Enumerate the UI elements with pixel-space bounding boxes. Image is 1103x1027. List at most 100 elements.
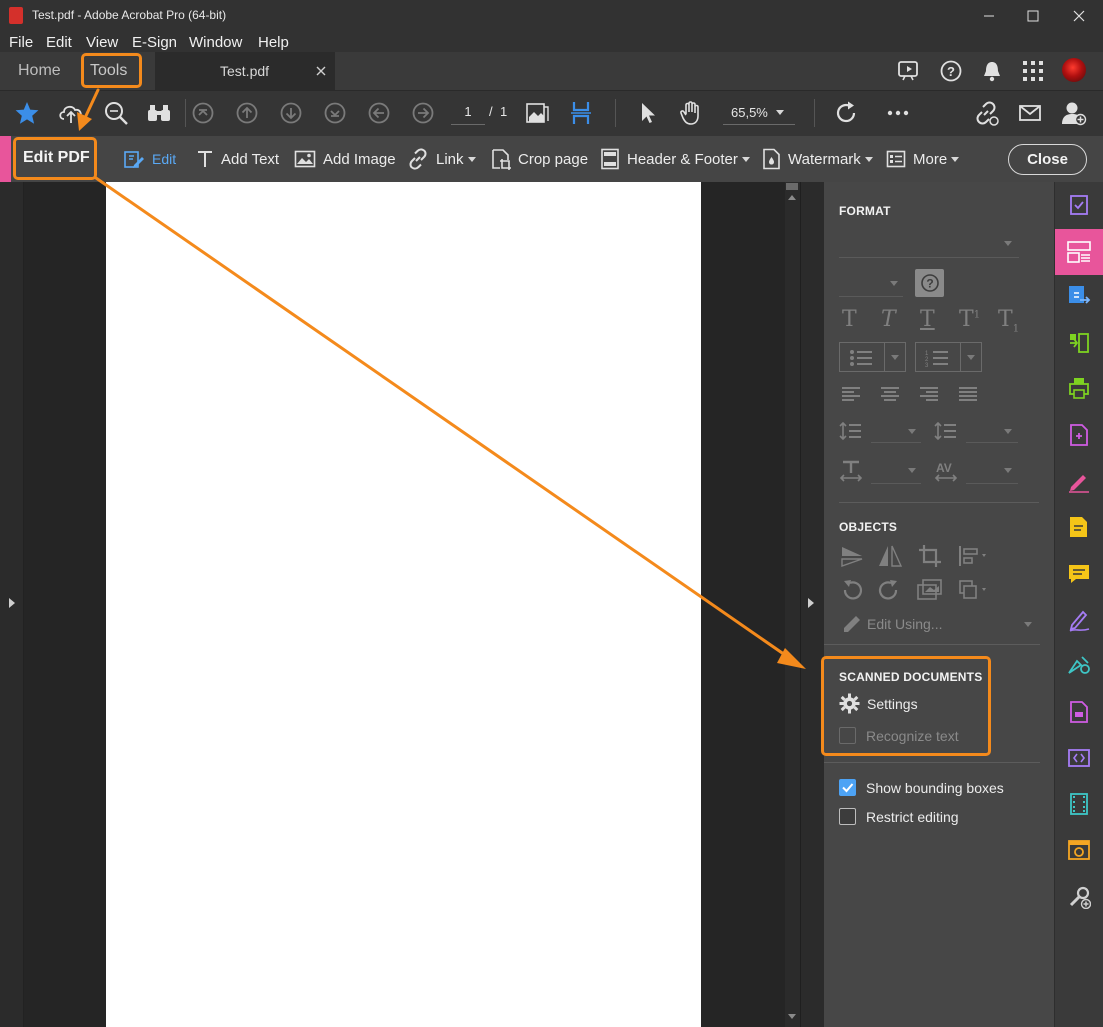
svg-text:?: ? (947, 64, 955, 79)
image-icon (294, 150, 316, 168)
zoom-value: 65,5% (731, 105, 768, 120)
add-image-tool[interactable]: Add Image (294, 136, 396, 182)
edit-pdf-icon[interactable] (1055, 229, 1103, 275)
tab-document[interactable]: Test.pdf (155, 52, 335, 90)
close-window-button[interactable] (1056, 0, 1102, 32)
menu-edit[interactable]: Edit (46, 34, 72, 51)
show-bounding-boxes-label[interactable]: Show bounding boxes (866, 780, 1004, 796)
tab-close-icon[interactable] (316, 66, 326, 76)
export-pdf-icon[interactable] (1055, 182, 1103, 228)
user-avatar[interactable] (1062, 58, 1086, 82)
crop-page-tool[interactable]: Crop page (489, 136, 588, 182)
rich-media-icon[interactable] (1055, 781, 1103, 827)
collapse-right-panel-icon[interactable] (808, 598, 814, 608)
add-user-icon[interactable] (1059, 90, 1089, 136)
header-footer-tool[interactable]: Header & Footer (600, 136, 750, 182)
maximize-button[interactable] (1010, 0, 1056, 32)
horizontal-scaling-select (871, 483, 921, 484)
help-icon[interactable]: ? (939, 59, 963, 83)
javascript-icon[interactable] (1055, 735, 1103, 781)
certificates-icon[interactable] (1055, 642, 1103, 688)
fill-sign-icon[interactable] (1055, 458, 1103, 504)
vertical-scrollbar[interactable] (785, 182, 800, 1027)
add-text-label: Add Text (221, 150, 280, 168)
edit-tool[interactable]: Edit (123, 136, 176, 182)
title-bar: Test.pdf - Adobe Acrobat Pro (64-bit) (0, 0, 1103, 32)
chevron-down-icon (776, 110, 784, 115)
tab-home[interactable]: Home (18, 62, 61, 80)
comment-icon[interactable] (1055, 504, 1103, 550)
acrobat-app-icon (9, 7, 23, 24)
menu-view[interactable]: View (86, 34, 118, 51)
menu-esign[interactable]: E-Sign (132, 34, 177, 51)
font-size-select (839, 296, 903, 297)
close-icon (1073, 10, 1085, 22)
page-number-input[interactable]: 1 (451, 99, 485, 125)
show-bounding-boxes-checkbox[interactable] (839, 779, 856, 796)
link-tool[interactable]: Link (407, 136, 476, 182)
notifications-bell-icon[interactable] (981, 59, 1003, 83)
font-family-dropdown-icon (1004, 241, 1012, 246)
scroll-up-arrow-icon[interactable] (788, 195, 796, 200)
scroll-down-arrow-icon[interactable] (788, 1014, 796, 1019)
watermark-tool[interactable]: Watermark (761, 136, 873, 182)
page-thumbnail-icon[interactable] (522, 90, 552, 136)
rotate-view-icon[interactable] (832, 90, 862, 136)
menu-file[interactable]: File (9, 34, 33, 51)
create-pdf-icon[interactable] (1055, 273, 1103, 319)
restrict-editing-checkbox[interactable] (839, 808, 856, 825)
numbered-list-button: 123 (915, 342, 982, 372)
bookmark-star-icon[interactable] (12, 90, 42, 136)
print-production-icon[interactable] (1055, 365, 1103, 411)
subscript-text-icon: T1 (998, 307, 1020, 335)
more-options-icon[interactable] (883, 90, 913, 136)
zoom-select[interactable]: 65,5% (723, 99, 795, 125)
font-family-select (839, 257, 1019, 258)
select-cursor-icon[interactable] (632, 90, 662, 136)
close-edit-button[interactable]: Close (1008, 144, 1087, 175)
page-separator: / (489, 104, 493, 119)
rotate-counterclockwise-icon (843, 580, 863, 600)
pdf-page[interactable] (106, 182, 701, 1027)
organize-pages-icon[interactable] (1055, 320, 1103, 366)
sticky-note-icon[interactable] (1055, 551, 1103, 597)
request-signature-icon[interactable] (1055, 597, 1103, 643)
header-footer-label: Header & Footer (627, 150, 738, 168)
scan-ocr-icon[interactable] (1055, 689, 1103, 735)
menu-window[interactable]: Window (189, 34, 242, 51)
hand-tool-icon[interactable] (676, 90, 706, 136)
share-screen-icon[interactable] (897, 59, 921, 81)
more-list-icon (886, 150, 906, 168)
menu-help[interactable]: Help (258, 34, 289, 51)
fit-page-icon[interactable] (566, 90, 596, 136)
share-link-icon[interactable] (971, 90, 1001, 136)
apps-grid-icon[interactable] (1022, 60, 1044, 82)
header-footer-icon (601, 148, 619, 170)
scrollbar-thumb[interactable] (786, 183, 798, 190)
more-tools-icon[interactable] (1055, 874, 1103, 920)
email-envelope-icon[interactable] (1015, 90, 1045, 136)
forward-view-icon (408, 90, 438, 136)
previous-page-icon (232, 90, 262, 136)
find-binoculars-icon[interactable] (144, 90, 174, 136)
flip-horizontal-icon (879, 545, 903, 567)
upload-cloud-icon[interactable] (56, 90, 86, 136)
character-spacing-select (966, 483, 1018, 484)
minimize-button[interactable] (966, 0, 1012, 32)
line-spacing-select (871, 442, 921, 443)
align-right-icon (920, 387, 938, 401)
character-spacing-dropdown-icon (1004, 468, 1012, 473)
link-label: Link (436, 150, 464, 168)
more-tool[interactable]: More (886, 136, 960, 182)
zoom-search-icon[interactable] (101, 90, 131, 136)
expand-left-panel-icon[interactable] (9, 598, 15, 608)
more-dropdown-icon (951, 156, 960, 162)
protect-icon[interactable] (1055, 412, 1103, 458)
rotate-clockwise-icon (878, 580, 898, 600)
add-text-tool[interactable]: Add Text (196, 136, 279, 182)
underline-text-icon: T (920, 307, 935, 332)
action-wizard-icon[interactable] (1055, 827, 1103, 873)
align-justify-icon (959, 387, 977, 401)
more-label: More (913, 150, 948, 168)
restrict-editing-label[interactable]: Restrict editing (866, 809, 959, 825)
